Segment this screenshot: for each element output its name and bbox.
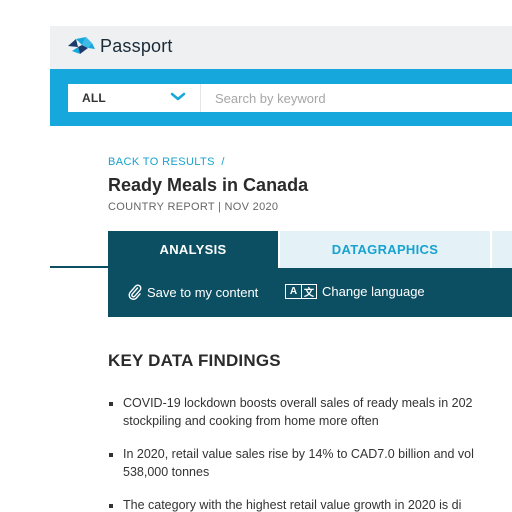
finding-item: COVID-19 lockdown boosts overall sales o…: [108, 394, 512, 430]
passport-logo-icon: [68, 37, 95, 54]
search-input[interactable]: [200, 84, 512, 112]
category-select-value: ALL: [82, 91, 106, 105]
key-findings-title: KEY DATA FINDINGS: [108, 351, 281, 370]
passport-logo[interactable]: Passport: [66, 35, 173, 57]
tab-more[interactable]: [492, 231, 512, 268]
change-language-label: Change language: [322, 284, 425, 299]
tab-analysis[interactable]: ANALYSIS: [108, 231, 278, 268]
back-to-results-link[interactable]: BACK TO RESULTS: [108, 156, 215, 168]
chevron-down-icon: [170, 92, 186, 101]
finding-item: The category with the highest retail val…: [108, 496, 512, 512]
breadcrumb: BACK TO RESULTS /: [108, 156, 225, 168]
category-select[interactable]: ALL: [68, 84, 200, 112]
page-title: Ready Meals in Canada: [108, 175, 309, 195]
translate-icon: A 文: [285, 284, 317, 299]
paperclip-icon: [128, 284, 142, 300]
save-to-my-content-button[interactable]: Save to my content: [128, 284, 258, 300]
key-findings-list: COVID-19 lockdown boosts overall sales o…: [108, 394, 512, 512]
report-meta: COUNTRY REPORT | NOV 2020: [108, 201, 279, 213]
change-language-button[interactable]: A 文 Change language: [285, 284, 425, 299]
tab-datagraphics[interactable]: DATAGRAPHICS: [280, 231, 490, 268]
tab-divider-line: [50, 266, 108, 268]
brand-name: Passport: [100, 35, 173, 56]
breadcrumb-separator: /: [221, 156, 225, 168]
finding-item: In 2020, retail value sales rise by 14% …: [108, 445, 512, 481]
save-label: Save to my content: [147, 284, 259, 300]
